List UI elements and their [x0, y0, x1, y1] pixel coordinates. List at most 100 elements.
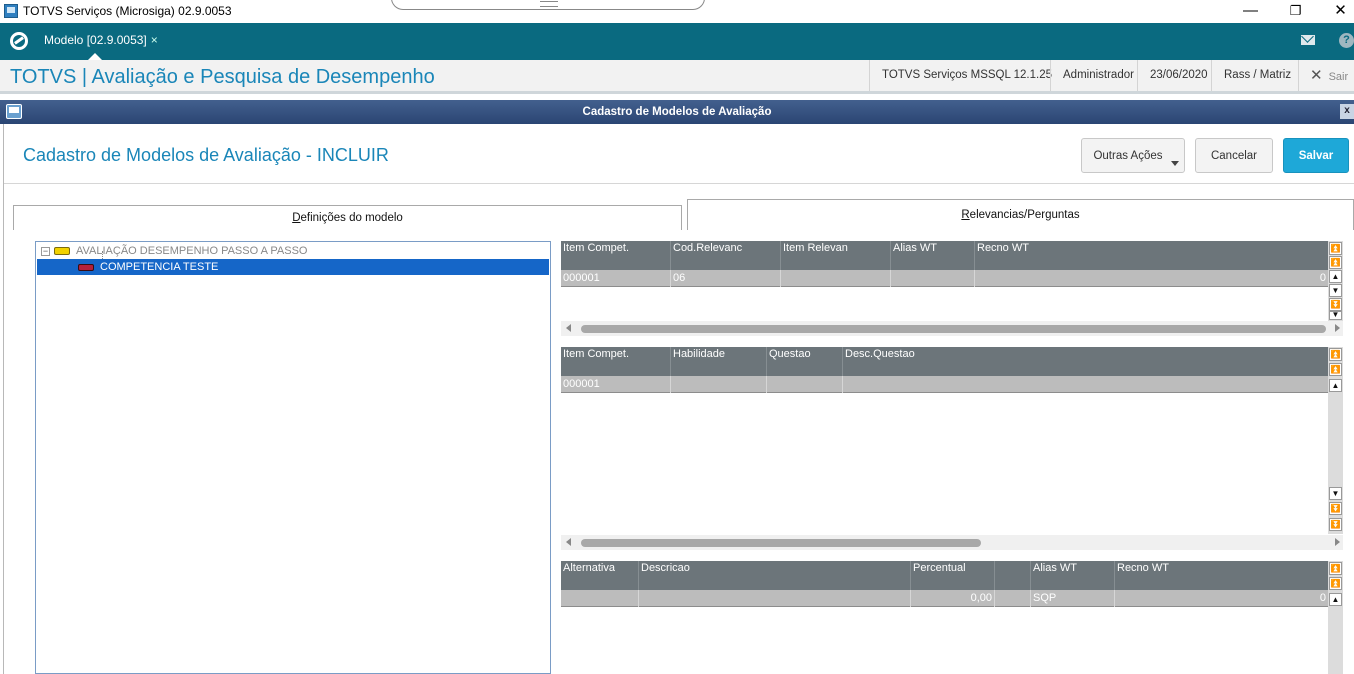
column-header[interactable]: Item Relevan — [781, 241, 891, 270]
scroll-top-icon[interactable]: ⏫ — [1329, 242, 1342, 255]
tab-relevancias-mnemonic: R — [961, 209, 970, 221]
column-header[interactable]: Habilidade — [671, 347, 767, 376]
app-title: TOTVS | Avaliação e Pesquisa de Desempen… — [10, 66, 435, 88]
scroll-down-icon[interactable]: ▼ — [1329, 487, 1342, 500]
tab-close-icon[interactable]: × — [151, 33, 158, 47]
scroll-down-icon[interactable]: ▼ — [1329, 311, 1342, 320]
grid-cell[interactable]: SQP — [1031, 590, 1115, 607]
dialog-window-icon — [6, 104, 22, 119]
scroll-top-icon[interactable]: ⏫ — [1329, 256, 1342, 269]
branch-label[interactable]: Rass / Matriz — [1211, 60, 1303, 91]
window-titlebar: TOTVS Serviços (Microsiga) 02.9.0053 — ❐… — [0, 0, 1354, 23]
scroll-up-icon[interactable]: ▲ — [1329, 593, 1342, 606]
tree-child-label: COMPETENCIA TESTE — [100, 261, 219, 273]
grid-cell[interactable] — [891, 270, 975, 287]
other-actions-label: Outras Ações — [1093, 150, 1163, 162]
app-header: TOTVS | Avaliação e Pesquisa de Desempen… — [0, 60, 1354, 94]
scroll-left-icon[interactable] — [566, 324, 571, 332]
grid-cell[interactable]: 0 — [1115, 590, 1328, 607]
tree-node-competencia[interactable]: COMPETENCIA TESTE — [78, 259, 218, 275]
perguntas-grid[interactable]: Item Compet. Habilidade Questao Desc.Que… — [561, 347, 1328, 534]
table-row[interactable]: 000001 — [561, 376, 1328, 393]
tab-relevancias-label: elevancias/Perguntas — [969, 209, 1080, 221]
close-icon: ✕ — [1310, 67, 1323, 84]
column-header[interactable]: Desc.Questao — [843, 347, 1328, 376]
help-icon[interactable]: ? — [1339, 33, 1354, 48]
scroll-down-icon[interactable]: ▼ — [1329, 284, 1342, 297]
tab-definicoes-mnemonic: D — [292, 212, 301, 224]
column-header[interactable]: Questao — [767, 347, 843, 376]
grid-cell[interactable]: 06 — [671, 270, 781, 287]
grid2-horizontal-scrollbar[interactable] — [561, 535, 1343, 550]
model-tree[interactable]: − AVALIAÇÃO DESEMPENHO PASSO A PASSO COMP… — [35, 241, 551, 674]
dialog-title: Cadastro de Modelos de Avaliação — [582, 106, 772, 118]
grid-cell[interactable]: 000001 — [561, 376, 671, 393]
scroll-bottom-icon[interactable]: ⏬ — [1329, 502, 1342, 515]
grid-cell[interactable] — [995, 590, 1031, 607]
competency-icon — [78, 263, 94, 271]
column-header[interactable]: Descricao — [639, 561, 911, 590]
tab-relevancias-perguntas[interactable]: Relevancias/Perguntas — [687, 199, 1354, 230]
folder-icon — [54, 247, 70, 256]
scroll-right-icon[interactable] — [1335, 324, 1340, 332]
user-label: Administrador — [1050, 60, 1146, 91]
date-label: 23/06/2020 — [1137, 60, 1220, 91]
scroll-up-icon[interactable]: ▲ — [1329, 379, 1342, 392]
table-row[interactable]: 000001 06 0 — [561, 270, 1328, 287]
collapse-icon[interactable]: − — [41, 246, 50, 256]
relevancias-grid[interactable]: Item Compet. Cod.Relevanc Item Relevan A… — [561, 241, 1328, 321]
column-header[interactable]: Alias WT — [891, 241, 975, 270]
totvs-logo-icon[interactable] — [10, 32, 28, 50]
tab-definicoes-modelo[interactable]: Definições do modelo — [13, 205, 682, 230]
scroll-right-icon[interactable] — [1335, 538, 1340, 546]
grid-cell[interactable] — [561, 590, 639, 607]
grid-cell[interactable] — [767, 376, 843, 393]
restore-button[interactable]: ❐ — [1273, 0, 1318, 23]
column-header[interactable]: Item Compet. — [561, 347, 671, 376]
mail-icon[interactable] — [1301, 35, 1315, 45]
active-tab-caret-icon — [88, 53, 102, 60]
dialog-close-button[interactable]: x — [1340, 104, 1354, 119]
column-header[interactable]: Item Compet. — [561, 241, 671, 270]
scroll-up-icon[interactable]: ▲ — [1329, 270, 1342, 283]
grid1-horizontal-scrollbar[interactable] — [561, 321, 1343, 336]
scroll-left-icon[interactable] — [566, 538, 571, 546]
page-title: Cadastro de Modelos de Avaliação - INCLU… — [23, 145, 389, 165]
grid-header-row: Item Compet. Habilidade Questao Desc.Que… — [561, 347, 1328, 376]
close-window-button[interactable]: ✕ — [1318, 0, 1354, 23]
scroll-top-icon[interactable]: ⏫ — [1329, 562, 1342, 575]
column-header[interactable]: Recno WT — [1115, 561, 1328, 590]
column-header[interactable] — [995, 561, 1031, 590]
column-header[interactable]: Alternativa — [561, 561, 639, 590]
window-drag-handle[interactable] — [391, 0, 705, 10]
grid-cell[interactable]: 0,00 — [911, 590, 995, 607]
other-actions-button[interactable]: Outras Ações — [1081, 138, 1185, 173]
scroll-top-icon[interactable]: ⏫ — [1329, 348, 1342, 361]
grid-cell[interactable]: 000001 — [561, 270, 671, 287]
grid-cell[interactable] — [639, 590, 911, 607]
scroll-bottom-icon[interactable]: ⏬ — [1329, 518, 1342, 531]
alternativas-grid[interactable]: Alternativa Descricao Percentual Alias W… — [561, 561, 1328, 674]
scroll-top-icon[interactable]: ⏫ — [1329, 363, 1342, 376]
table-row[interactable]: 0,00 SQP 0 — [561, 590, 1328, 607]
scroll-thumb[interactable] — [581, 539, 981, 547]
exit-button[interactable]: ✕ Sair — [1298, 60, 1348, 91]
grid-cell[interactable] — [671, 376, 767, 393]
tab-definicoes-label: efinições do modelo — [300, 212, 403, 224]
scroll-thumb[interactable] — [581, 325, 1326, 333]
dialog-titlebar: Cadastro de Modelos de Avaliação x — [0, 100, 1354, 124]
scroll-top-icon[interactable]: ⏫ — [1329, 577, 1342, 590]
dropdown-arrow-icon — [1171, 161, 1179, 166]
tab-modelo[interactable]: Modelo [02.9.0053] × — [36, 23, 166, 60]
minimize-button[interactable]: — — [1228, 0, 1273, 23]
column-header[interactable]: Alias WT — [1031, 561, 1115, 590]
save-button[interactable]: Salvar — [1283, 138, 1349, 173]
grid-cell[interactable] — [781, 270, 891, 287]
column-header[interactable]: Percentual — [911, 561, 995, 590]
grid-cell[interactable]: 0 — [975, 270, 1328, 287]
column-header[interactable]: Recno WT — [975, 241, 1328, 270]
grid-cell[interactable] — [843, 376, 1328, 393]
cancel-button[interactable]: Cancelar — [1195, 138, 1273, 173]
column-header[interactable]: Cod.Relevanc — [671, 241, 781, 270]
tree-node-root[interactable]: − AVALIAÇÃO DESEMPENHO PASSO A PASSO — [41, 243, 307, 259]
